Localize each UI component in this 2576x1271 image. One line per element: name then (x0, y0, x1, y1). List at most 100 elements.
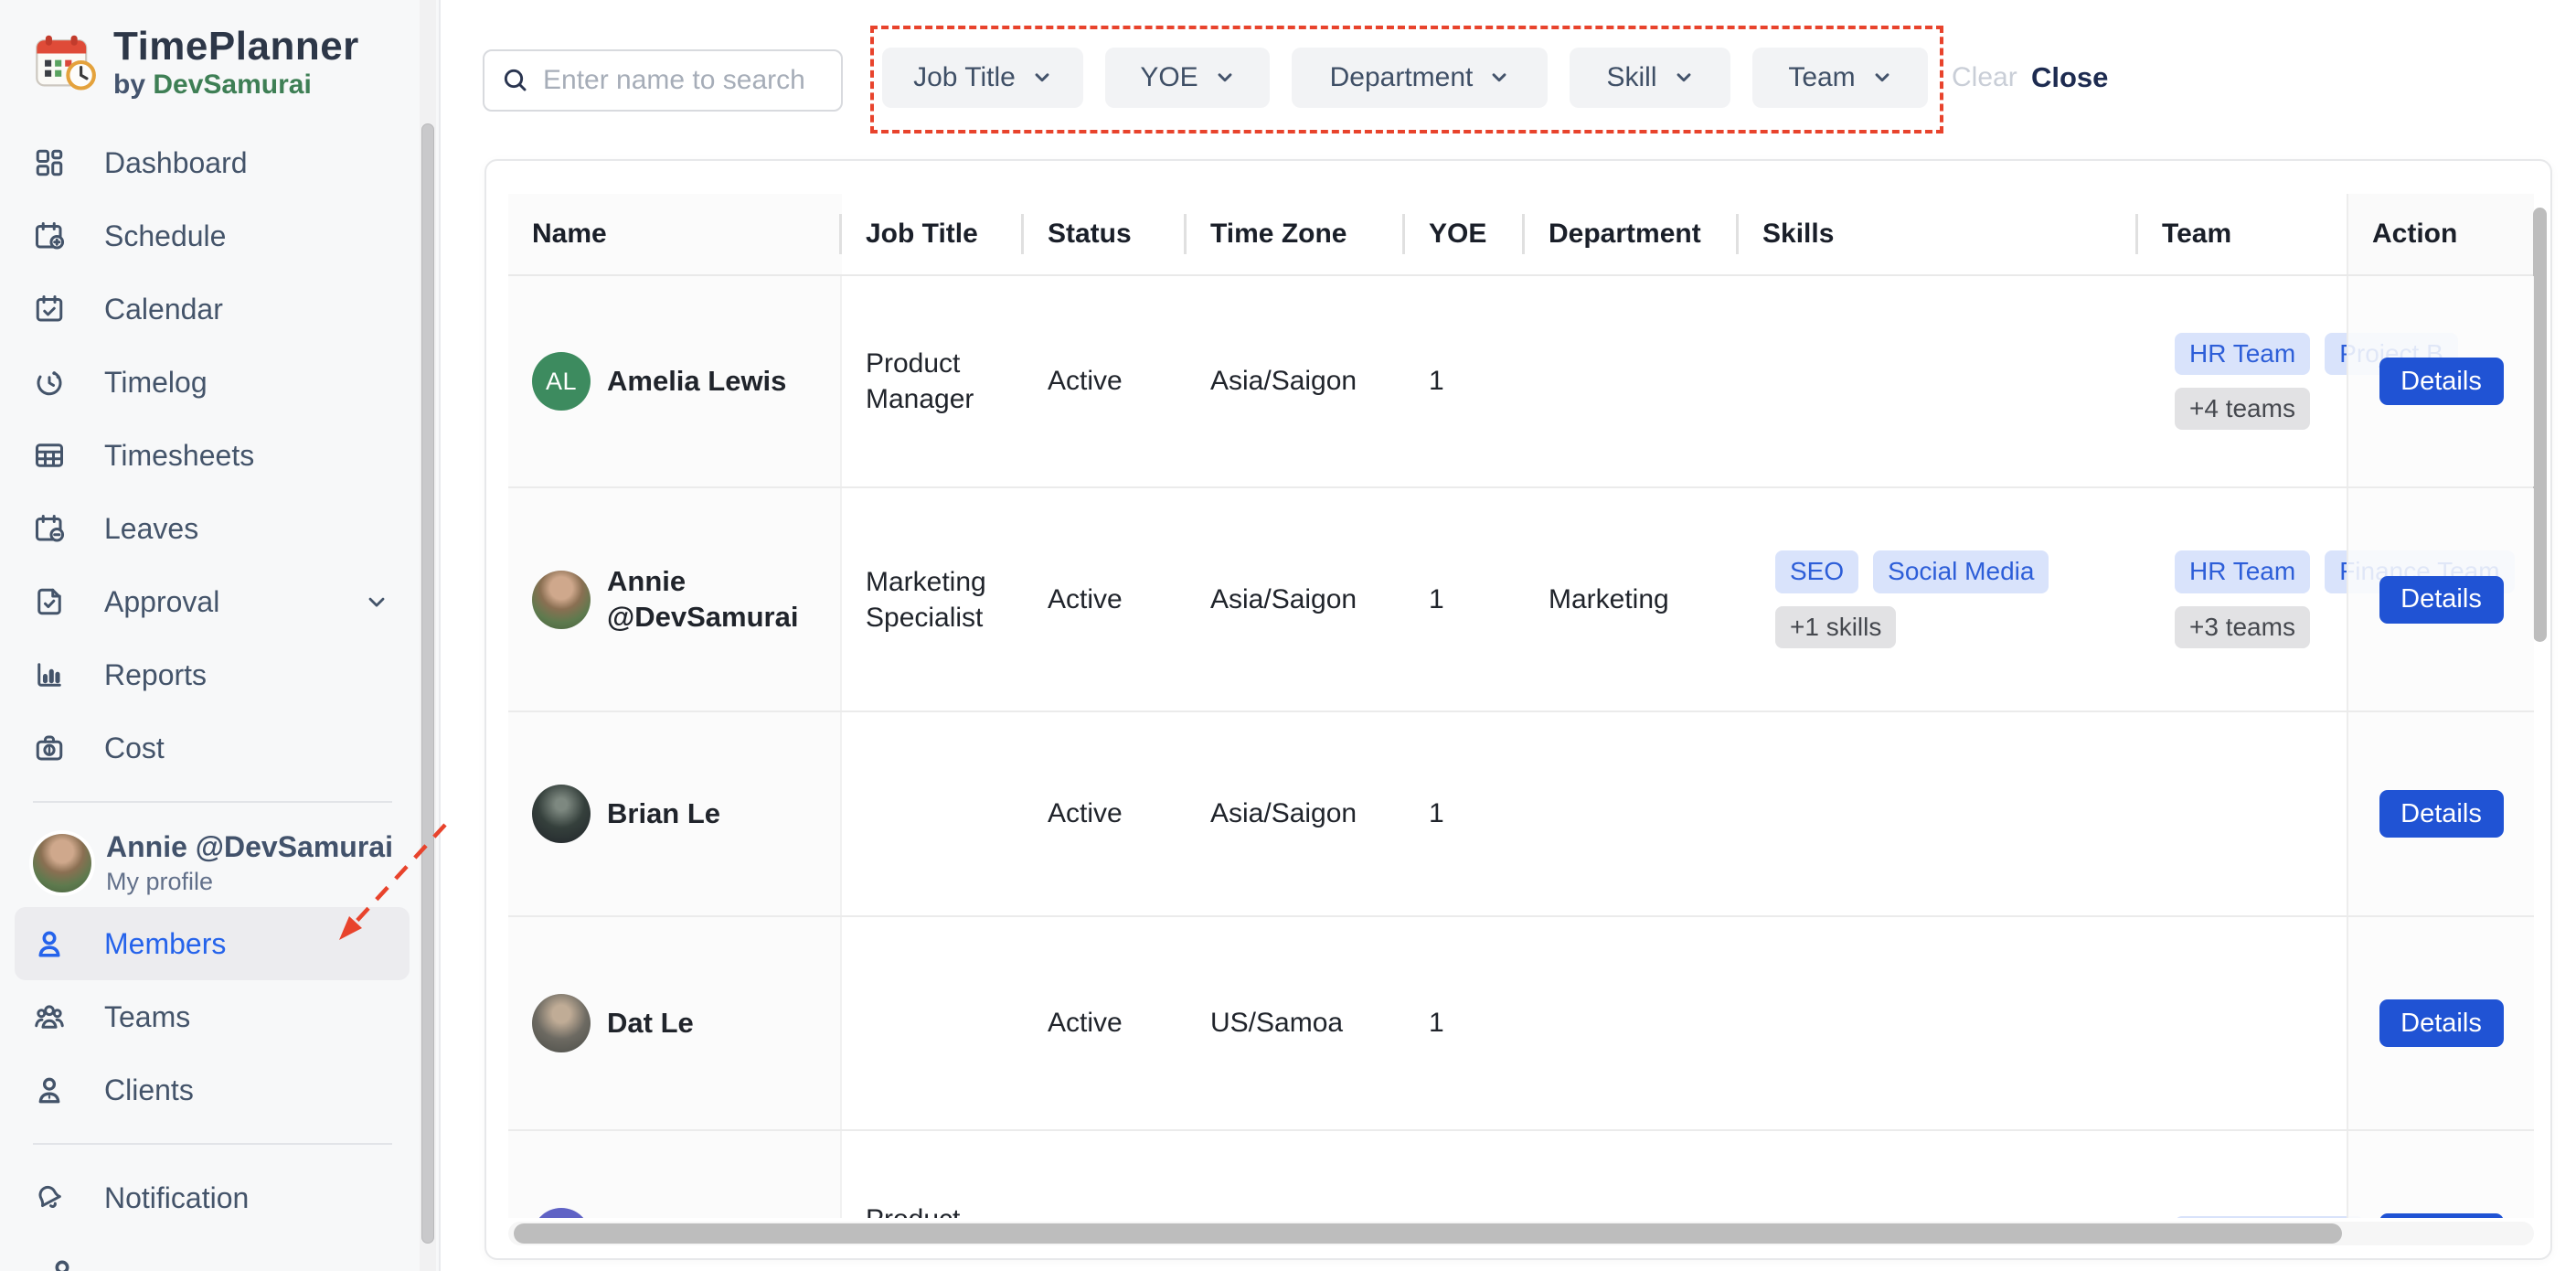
details-button[interactable]: Details (2379, 999, 2504, 1047)
table-row: Brian Le Active Asia/Saigon 1 Details (508, 712, 2534, 917)
sidebar-item-cost[interactable]: Cost (15, 711, 410, 785)
filter-bar: Job Title YOE Department Skill Team (882, 48, 1928, 108)
chevron-down-icon (1872, 68, 1892, 88)
chevron-down-icon (364, 589, 389, 614)
table-vertical-scrollbar[interactable] (2533, 208, 2547, 642)
dashboard-icon (33, 146, 66, 179)
calendar-icon (33, 293, 66, 326)
details-button[interactable]: Details (2379, 358, 2504, 405)
table-horizontal-scrollbar-thumb[interactable] (514, 1223, 2342, 1244)
job-title-cell (842, 917, 1024, 1129)
department-cell: Marketing (1549, 583, 1669, 614)
skills-cell (1739, 712, 2138, 915)
table-horizontal-scrollbar[interactable] (508, 1222, 2534, 1245)
sidebar-item-teams[interactable]: Teams (15, 980, 410, 1053)
sidebar-item-reports[interactable]: Reports (15, 638, 410, 711)
chevron-down-icon (1674, 68, 1694, 88)
job-title-cell: Product Manager (866, 348, 974, 414)
team-cell: HR Team Project B +4 teams (2138, 276, 2458, 486)
column-header-yoe: YOE (1405, 194, 1525, 274)
sidebar-item-timesheets[interactable]: Timesheets (15, 419, 410, 492)
sidebar-item-clients[interactable]: Clients (15, 1053, 410, 1127)
search-box (483, 49, 843, 112)
details-button[interactable]: Details (2379, 1213, 2504, 1218)
action-cell: Details (2347, 1131, 2534, 1218)
app-logo-icon (31, 27, 101, 97)
yoe-cell: 1 (1429, 798, 1444, 828)
schedule-icon (33, 219, 66, 252)
table-row: Product Manager Finance Team Details (508, 1131, 2534, 1218)
team-badge: HR Team (2175, 332, 2311, 375)
sidebar-item-label: Leaves (104, 511, 199, 545)
table-icon (33, 439, 66, 472)
search-icon (501, 66, 530, 95)
column-header-action: Action (2347, 194, 2534, 274)
column-header-department: Department (1525, 194, 1739, 274)
sidebar-divider (33, 1143, 392, 1145)
bell-icon (33, 1181, 66, 1214)
action-cell: Details (2347, 276, 2534, 486)
profile-subtitle: My profile (106, 868, 214, 895)
sidebar-item-label: Cost (104, 731, 165, 764)
profile-avatar (33, 834, 91, 892)
sidebar-item-members[interactable]: Members (15, 907, 410, 980)
department-cell (1525, 917, 1739, 1129)
sidebar-item-label: Notification (104, 1180, 250, 1214)
sidebar-item-leaves[interactable]: Leaves (15, 492, 410, 565)
member-name-cell: Dat Le (508, 917, 842, 1129)
column-header-status: Status (1024, 194, 1187, 274)
yoe-cell (1405, 1131, 1525, 1218)
avatar (532, 1208, 591, 1218)
sidebar-item-notification[interactable]: Notification (15, 1161, 410, 1234)
people-group-icon (33, 1000, 66, 1033)
member-name-cell: Annie @DevSamurai (508, 488, 842, 710)
search-input[interactable] (543, 65, 817, 96)
app-title: TimePlanner (113, 24, 359, 69)
sidebar-profile[interactable]: Annie @DevSamurai My profile (15, 819, 410, 907)
sidebar-item-approval[interactable]: Approval (15, 565, 410, 638)
sidebar-item-label: Schedule (104, 219, 227, 252)
filter-team[interactable]: Team (1752, 48, 1928, 108)
time-zone-cell: Asia/Saigon (1210, 583, 1357, 614)
details-button[interactable]: Details (2379, 575, 2504, 624)
filter-label: YOE (1140, 62, 1198, 92)
table-row: AL Amelia Lewis Product Manager Active A… (508, 276, 2534, 488)
sidebar-item-label: Calendar (104, 292, 223, 326)
filter-skill[interactable]: Skill (1570, 48, 1730, 108)
time-zone-cell: Asia/Saigon (1210, 366, 1357, 396)
sidebar-scrollbar-thumb[interactable] (421, 123, 434, 1244)
skills-cell: SEO Social Media +1 skills (1739, 488, 2138, 710)
app-subtitle: by DevSamurai (113, 69, 312, 100)
details-button[interactable]: Details (2379, 790, 2504, 838)
sidebar-item-dashboard[interactable]: Dashboard (15, 126, 410, 199)
member-name-cell: Brian Le (508, 712, 842, 915)
filter-yoe[interactable]: YOE (1105, 48, 1270, 108)
briefcase-dollar-icon (33, 732, 66, 764)
department-cell (1525, 1131, 1739, 1218)
sidebar-item-timelog[interactable]: Timelog (15, 346, 410, 419)
filter-job-title[interactable]: Job Title (882, 48, 1083, 108)
team-cell: Finance Team (2138, 1131, 2365, 1218)
sidebar-scrollbar[interactable] (420, 0, 436, 1271)
column-header-time-zone: Time Zone (1187, 194, 1405, 274)
department-cell (1525, 712, 1739, 915)
table-row: Annie @DevSamurai Marketing Specialist A… (508, 488, 2534, 712)
clear-filters-button[interactable]: Clear (1952, 62, 2017, 93)
column-header-job-title: Job Title (842, 194, 1024, 274)
member-name: Annie @DevSamurai (607, 564, 799, 633)
skill-badge: SEO (1775, 550, 1859, 593)
sidebar-item-calendar[interactable]: Calendar (15, 272, 410, 346)
team-cell (2138, 712, 2347, 915)
avatar (532, 570, 591, 629)
sidebar-item-label: Reports (104, 657, 208, 691)
close-filters-button[interactable]: Close (2031, 61, 2108, 94)
filter-department[interactable]: Department (1292, 48, 1548, 108)
document-check-icon (33, 585, 66, 618)
app-logo[interactable]: TimePlanner by DevSamurai (31, 24, 359, 101)
avatar (532, 994, 591, 1052)
skill-badge: Social Media (1873, 550, 2049, 593)
bar-chart-icon (33, 658, 66, 691)
member-name: Brian Le (607, 796, 721, 829)
sidebar-item-schedule[interactable]: Schedule (15, 199, 410, 272)
members-table: Name Job Title Status Time Zone YOE Depa… (508, 194, 2534, 1218)
